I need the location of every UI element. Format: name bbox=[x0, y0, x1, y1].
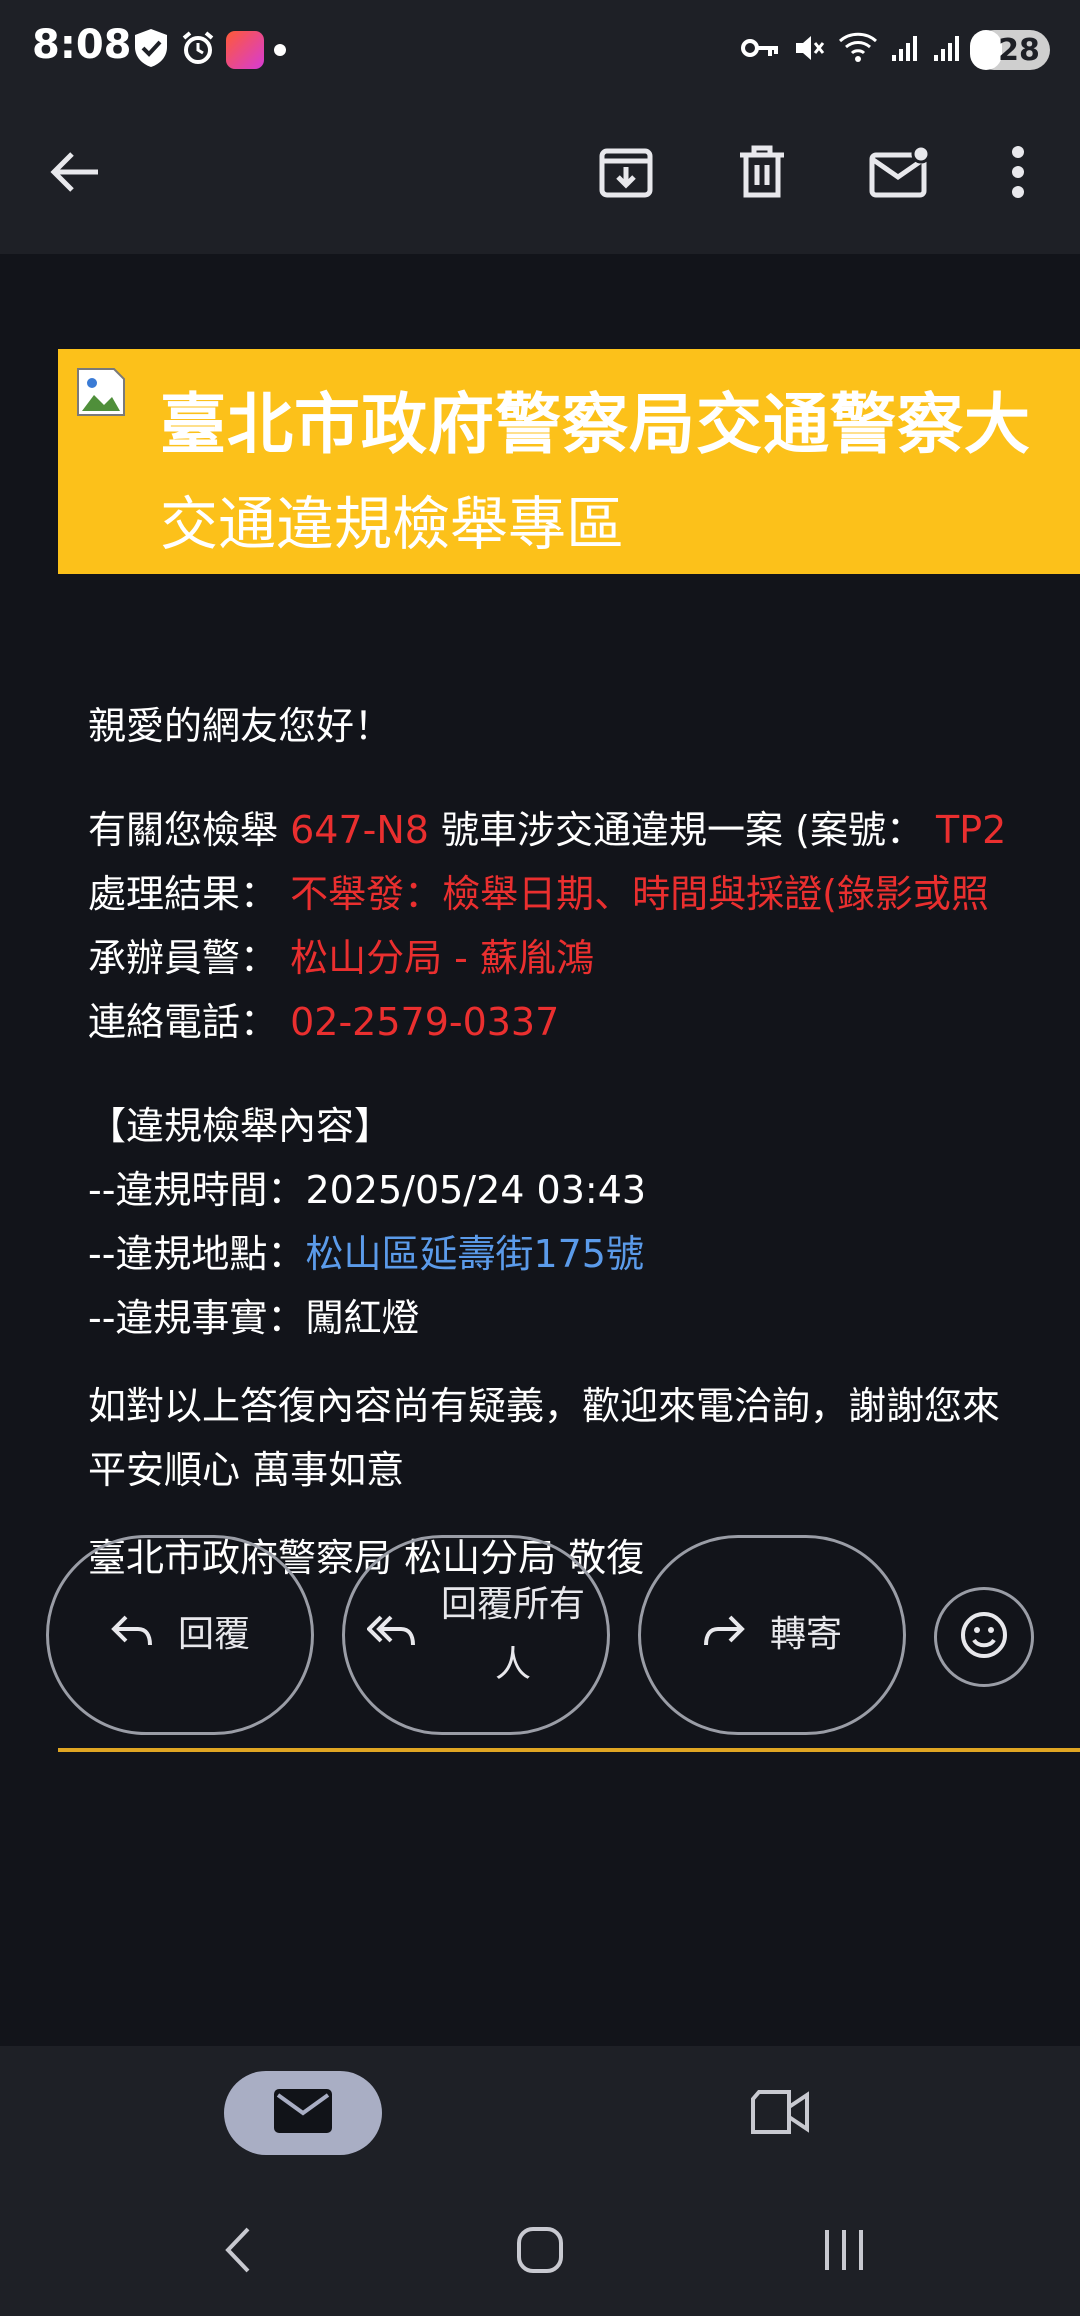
battery-level: 28 bbox=[998, 32, 1040, 68]
mute-icon bbox=[792, 31, 826, 69]
result-line: 處理結果： 不舉發：檢舉日期、時間與採證(錄影或照 bbox=[88, 862, 1080, 926]
back-arrow-icon bbox=[50, 150, 102, 198]
recents-icon bbox=[821, 2228, 867, 2276]
result-value: 不舉發：檢舉日期、時間與採證(錄影或照 bbox=[290, 872, 989, 916]
system-navigation bbox=[0, 2186, 1080, 2316]
footer-divider bbox=[58, 1748, 1080, 1752]
mark-unread-button[interactable] bbox=[862, 136, 938, 212]
broken-image-icon bbox=[76, 367, 126, 417]
violation-time-value: 2025/05/24 03:43 bbox=[305, 1168, 647, 1212]
reply-all-label: 回覆所有人 bbox=[441, 1575, 585, 1695]
forward-icon bbox=[702, 1613, 746, 1658]
status-left-icons bbox=[132, 26, 286, 74]
violation-fact-line: --違規事實：闖紅燈 bbox=[88, 1286, 1080, 1350]
alarm-icon bbox=[180, 30, 216, 70]
mail-icon bbox=[274, 2089, 332, 2137]
case-prefix: 有關您檢舉 bbox=[88, 808, 291, 852]
add-reaction-button[interactable] bbox=[934, 1587, 1034, 1687]
bottom-navigation bbox=[0, 2046, 1080, 2186]
closing-line-2: 平安順心 萬事如意 bbox=[88, 1448, 405, 1492]
emoji-icon bbox=[959, 1610, 1009, 1664]
archive-button[interactable] bbox=[588, 136, 664, 212]
plate-number: 647-N8 bbox=[290, 808, 429, 852]
home-icon bbox=[515, 2225, 565, 2279]
battery-charging-icon: 28 bbox=[970, 30, 1050, 70]
delete-icon bbox=[738, 145, 786, 203]
email-content: 親愛的網友您好！ 有關您檢舉 647-N8 號車涉交通違規一案 (案號： TP2… bbox=[88, 694, 1080, 1590]
reply-all-icon bbox=[366, 1613, 417, 1658]
violation-fact-label: --違規事實： bbox=[88, 1296, 306, 1340]
officer-value: 松山分局 - 蘇胤鴻 bbox=[290, 936, 594, 980]
forward-label: 轉寄 bbox=[769, 1614, 842, 1655]
phone-value[interactable]: 02-2579-0337 bbox=[290, 1000, 559, 1044]
reply-label: 回覆 bbox=[177, 1614, 250, 1655]
banner-title: 臺北市政府警察局交通警察大 bbox=[160, 386, 1031, 463]
section-title: 【違規檢舉內容】 bbox=[88, 1104, 393, 1148]
case-middle: 號車涉交通違規一案 (案號： bbox=[428, 808, 937, 852]
status-right-icons: 28 bbox=[740, 26, 1050, 74]
chevron-left-icon bbox=[218, 2225, 258, 2279]
mark-unread-icon bbox=[869, 144, 931, 203]
officer-line: 承辦員警： 松山分局 - 蘇胤鴻 bbox=[88, 926, 1080, 990]
email-toolbar bbox=[0, 96, 1080, 254]
banner-subtitle: 交通違規檢舉專區 bbox=[160, 490, 625, 558]
reply-button[interactable]: 回覆 bbox=[46, 1535, 314, 1735]
system-home-button[interactable] bbox=[502, 2214, 578, 2290]
more-vert-icon bbox=[1010, 146, 1026, 202]
result-label: 處理結果： bbox=[88, 872, 291, 916]
vpn-key-icon bbox=[740, 36, 780, 64]
violation-fact-value: 闖紅燈 bbox=[305, 1296, 420, 1340]
email-banner: 臺北市政府警察局交通警察大 交通違規檢舉專區 bbox=[58, 349, 1080, 574]
officer-label: 承辦員警： bbox=[88, 936, 291, 980]
reply-all-label-line1: 回覆所有 bbox=[440, 1584, 585, 1625]
reply-actions: 回覆 回覆所有人 轉寄 bbox=[0, 1535, 1080, 1745]
status-time: 8:08 bbox=[32, 22, 132, 68]
back-button[interactable] bbox=[38, 136, 114, 212]
greeting: 親愛的網友您好！ bbox=[88, 704, 393, 748]
closing-line-1: 如對以上答復內容尚有疑義，歡迎來電洽詢，謝謝您來 bbox=[88, 1384, 1001, 1428]
case-line: 有關您檢舉 647-N8 號車涉交通違規一案 (案號： TP2 bbox=[88, 798, 1080, 862]
signal-icon bbox=[932, 33, 962, 67]
reply-all-button[interactable]: 回覆所有人 bbox=[342, 1535, 610, 1735]
shield-check-icon bbox=[132, 27, 170, 73]
video-camera-icon bbox=[749, 2089, 811, 2139]
phone-line: 連絡電話： 02-2579-0337 bbox=[88, 990, 1080, 1054]
case-number: TP2 bbox=[936, 808, 1007, 852]
system-recents-button[interactable] bbox=[806, 2214, 882, 2290]
violation-place-link[interactable]: 松山區延壽街175號 bbox=[305, 1232, 644, 1276]
system-back-button[interactable] bbox=[200, 2214, 276, 2290]
violation-time-label: --違規時間： bbox=[88, 1168, 306, 1212]
app-notification-icon bbox=[226, 31, 264, 69]
signal-icon bbox=[890, 33, 920, 67]
violation-place-line: --違規地點：松山區延壽街175號 bbox=[88, 1222, 1080, 1286]
mail-tab[interactable] bbox=[224, 2071, 382, 2155]
phone-label: 連絡電話： bbox=[88, 1000, 291, 1044]
reply-icon bbox=[110, 1613, 154, 1658]
archive-icon bbox=[599, 145, 653, 203]
dot-icon bbox=[274, 44, 286, 56]
email-body: 臺北市政府警察局交通警察大 交通違規檢舉專區 親愛的網友您好！ 有關您檢舉 64… bbox=[0, 254, 1080, 2044]
violation-place-label: --違規地點： bbox=[88, 1232, 306, 1276]
reply-all-label-line2: 人 bbox=[494, 1644, 531, 1685]
meet-tab[interactable] bbox=[742, 2076, 818, 2152]
forward-button[interactable]: 轉寄 bbox=[638, 1535, 906, 1735]
status-bar: 8:08 28 bbox=[0, 0, 1080, 96]
delete-button[interactable] bbox=[724, 136, 800, 212]
violation-time-line: --違規時間：2025/05/24 03:43 bbox=[88, 1158, 1080, 1222]
more-options-button[interactable] bbox=[980, 136, 1056, 212]
wifi-icon bbox=[838, 31, 878, 69]
